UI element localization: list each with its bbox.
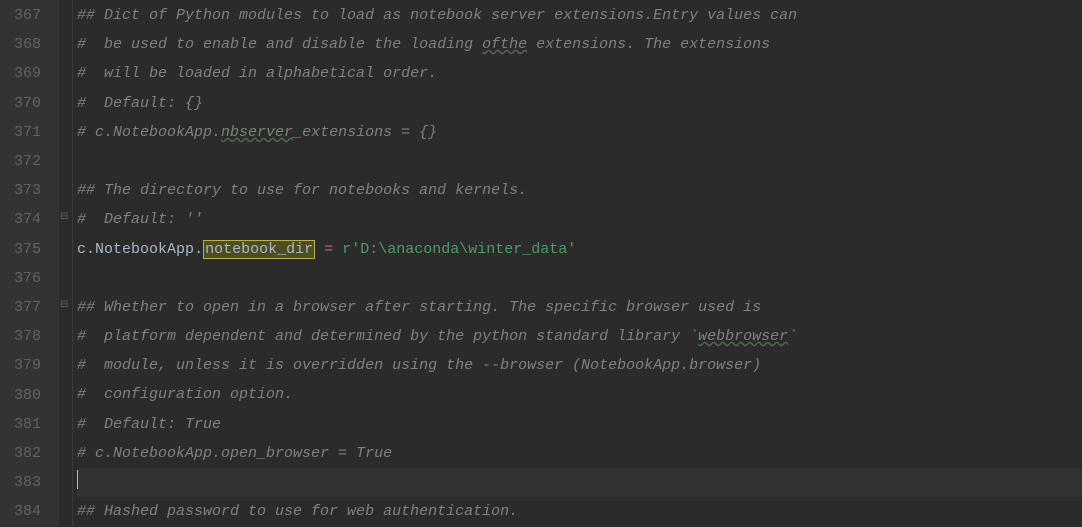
line-number: 383 xyxy=(14,468,41,497)
code-line[interactable]: # c.NotebookApp.nbserver_extensions = {} xyxy=(77,118,1082,147)
line-number: 371 xyxy=(14,118,41,147)
comment-text: ## Dict of Python modules to load as not… xyxy=(77,7,797,24)
code-line[interactable]: c.NotebookApp.notebook_dir = r'D:\anacon… xyxy=(77,235,1082,264)
code-line[interactable]: # will be loaded in alphabetical order. xyxy=(77,59,1082,88)
comment-text: ## Hashed password to use for web authen… xyxy=(77,503,518,520)
comment-text: # configuration option. xyxy=(77,386,293,403)
comment-text: # will be loaded in alphabetical order. xyxy=(77,65,437,82)
line-number: 381 xyxy=(14,410,41,439)
string-prefix: r xyxy=(342,241,351,258)
line-number: 375 xyxy=(14,235,41,264)
fold-marker-icon[interactable]: ⊟ xyxy=(60,213,68,223)
text-caret xyxy=(77,470,78,489)
comment-text: # Default: True xyxy=(77,416,221,433)
code-line[interactable]: # module, unless it is overridden using … xyxy=(77,351,1082,380)
highlighted-identifier: notebook_dir xyxy=(203,240,315,259)
code-area[interactable]: ## Dict of Python modules to load as not… xyxy=(73,0,1082,526)
fold-column[interactable]: ⊟⊟ xyxy=(59,0,73,526)
comment-text: ## Whether to open in a browser after st… xyxy=(77,299,761,316)
line-number: 377 xyxy=(14,293,41,322)
line-number-gutter: 3673683693703713723733743753763773783793… xyxy=(0,0,59,526)
comment-text: # c.NotebookApp.open_browser = True xyxy=(77,445,392,462)
code-line[interactable]: ## The directory to use for notebooks an… xyxy=(77,176,1082,205)
comment-text: # Default: '' xyxy=(77,211,203,228)
code-line[interactable]: ## Hashed password to use for web authen… xyxy=(77,497,1082,526)
line-number: 380 xyxy=(14,381,41,410)
comment-text: # c.NotebookApp.nbserver_extensions = {} xyxy=(77,124,437,141)
comment-text: ## The directory to use for notebooks an… xyxy=(77,182,527,199)
code-line[interactable]: # Default: True xyxy=(77,410,1082,439)
line-number: 370 xyxy=(14,89,41,118)
line-number: 376 xyxy=(14,264,41,293)
line-number: 373 xyxy=(14,176,41,205)
code-line[interactable] xyxy=(77,147,1082,176)
code-editor[interactable]: 3673683693703713723733743753763773783793… xyxy=(0,0,1082,526)
code-line[interactable] xyxy=(77,468,1082,497)
identifier: NotebookApp xyxy=(95,241,194,258)
comment-text: # platform dependent and determined by t… xyxy=(77,328,797,345)
identifier: c xyxy=(77,241,86,258)
comment-text: # Default: {} xyxy=(77,95,203,112)
line-number: 372 xyxy=(14,147,41,176)
line-number: 374 xyxy=(14,205,41,234)
code-line[interactable]: # Default: '' xyxy=(77,205,1082,234)
code-line[interactable] xyxy=(77,264,1082,293)
fold-marker-icon[interactable]: ⊟ xyxy=(60,301,68,311)
line-number: 382 xyxy=(14,439,41,468)
code-line[interactable]: # be used to enable and disable the load… xyxy=(77,30,1082,59)
line-number: 384 xyxy=(14,497,41,526)
line-number: 379 xyxy=(14,351,41,380)
line-number: 368 xyxy=(14,30,41,59)
code-line[interactable]: # platform dependent and determined by t… xyxy=(77,322,1082,351)
line-number: 378 xyxy=(14,322,41,351)
code-line[interactable]: # Default: {} xyxy=(77,89,1082,118)
string-literal: D:\anaconda\winter_data xyxy=(360,241,567,258)
code-line[interactable]: # c.NotebookApp.open_browser = True xyxy=(77,439,1082,468)
code-line[interactable]: ## Whether to open in a browser after st… xyxy=(77,293,1082,322)
comment-text: # module, unless it is overridden using … xyxy=(77,357,761,374)
comment-text: # be used to enable and disable the load… xyxy=(77,36,770,53)
line-number: 367 xyxy=(14,1,41,30)
line-number: 369 xyxy=(14,59,41,88)
operator-assign: = xyxy=(324,241,333,258)
code-line[interactable]: ## Dict of Python modules to load as not… xyxy=(77,1,1082,30)
code-line[interactable]: # configuration option. xyxy=(77,380,1082,409)
